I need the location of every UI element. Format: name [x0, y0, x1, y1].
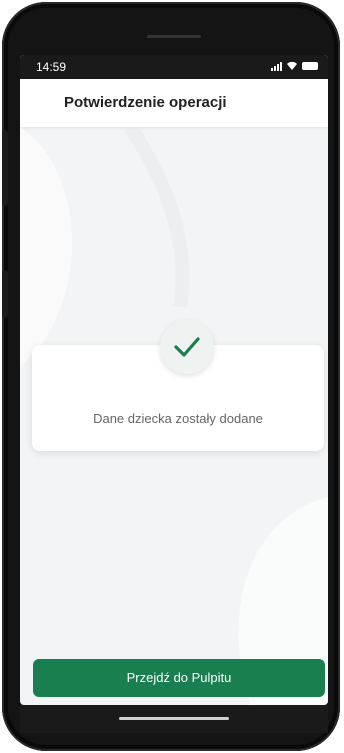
phone-speaker [147, 35, 201, 38]
signal-icon [271, 61, 282, 71]
side-button-left-upper [2, 130, 8, 206]
go-to-dashboard-button[interactable]: Przejdź do Pulpitu [33, 659, 325, 697]
confirmation-message: Dane dziecka zostały dodane [93, 411, 263, 426]
wifi-icon [287, 61, 297, 70]
success-badge [160, 320, 214, 374]
status-icons [271, 61, 318, 71]
page-title: Potwierdzenie operacji [64, 94, 227, 111]
check-icon [174, 337, 200, 357]
status-time: 14:59 [36, 60, 67, 74]
side-button-left-lower [2, 270, 8, 318]
home-indicator[interactable] [119, 717, 229, 720]
page-header: Potwierdzenie operacji [20, 79, 328, 127]
navigation-bar [20, 705, 328, 733]
app-screen: 14:59 Potwierdzenie operacji Dane dzieck… [20, 55, 328, 705]
status-bar: 14:59 [20, 55, 328, 79]
battery-icon [302, 62, 318, 70]
